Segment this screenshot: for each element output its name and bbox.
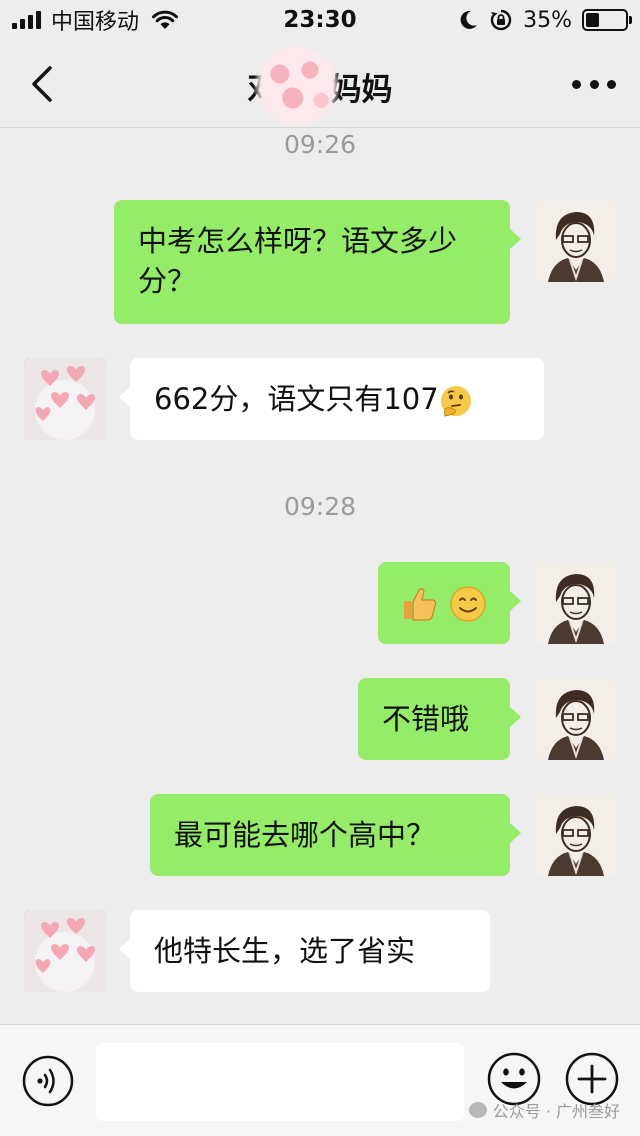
- voice-wave-icon: [37, 1068, 55, 1094]
- input-bar: 公众号 · 广州叁好: [0, 1024, 640, 1136]
- wechat-official-account-icon: [468, 1102, 487, 1118]
- message-bubble-sent[interactable]: 中考怎么样呀？语文多少分？: [114, 200, 521, 324]
- sketch-portrait-icon: [534, 678, 616, 760]
- timestamp: 09:26: [283, 130, 357, 159]
- dot-icon: [607, 79, 616, 89]
- message-bubble-sent[interactable]: 最可能去哪个高中？: [150, 794, 521, 876]
- timestamp: 09:28: [283, 492, 357, 521]
- watermark-text: 公众号 · 广州叁好: [492, 1102, 620, 1121]
- watermark: 公众号 · 广州叁好: [468, 1098, 620, 1122]
- message-bubble-sent[interactable]: 不错哦: [358, 678, 521, 760]
- smiling-face-icon: [450, 586, 486, 622]
- moon-icon: [460, 10, 478, 29]
- my-avatar[interactable]: [534, 678, 616, 760]
- smiley-icon: [501, 1068, 527, 1089]
- message-bubble-sent[interactable]: [378, 562, 521, 644]
- my-avatar[interactable]: [534, 794, 616, 876]
- battery-icon: [582, 9, 632, 31]
- thumbs-up-icon: [404, 588, 437, 621]
- sketch-portrait-icon: [534, 794, 616, 876]
- rotation-lock-icon: [490, 9, 512, 31]
- thinking-face-icon: [440, 386, 471, 417]
- status-bar: 中国移动 23:30 35%: [0, 0, 640, 40]
- pink-hearts-sticker-icon: [24, 910, 106, 992]
- my-avatar[interactable]: [534, 562, 616, 644]
- message-text: 662分，语文只有107: [154, 382, 439, 416]
- dot-icon: [589, 79, 599, 89]
- chat-screen: 中国移动 23:30 35% 妈妈 09:26 中考怎么样呀？语文多少分？ 66…: [0, 0, 640, 1136]
- dot-icon: [572, 79, 581, 89]
- sketch-portrait-icon: [534, 200, 616, 282]
- message-input[interactable]: [96, 1043, 464, 1121]
- pink-hearts-sticker-icon: [24, 358, 106, 440]
- my-avatar[interactable]: [534, 200, 616, 282]
- message-bubble-received[interactable]: 他特长生，选了省实: [119, 910, 490, 992]
- message-bubble-received[interactable]: 662分，语文只有107: [119, 358, 544, 440]
- chat-header: 邓妈妈: [0, 40, 640, 128]
- battery-percent: 35%: [523, 7, 572, 33]
- plus-icon: [577, 1064, 607, 1094]
- battery-level-fill: [586, 13, 599, 27]
- chat-title-right: 妈妈: [330, 72, 393, 108]
- sketch-portrait-icon: [534, 562, 616, 644]
- voice-input-button[interactable]: [22, 1055, 74, 1107]
- contact-avatar[interactable]: [24, 358, 106, 440]
- contact-avatar[interactable]: [24, 910, 106, 992]
- more-options-button[interactable]: [572, 68, 616, 100]
- privacy-sticker: [254, 46, 340, 126]
